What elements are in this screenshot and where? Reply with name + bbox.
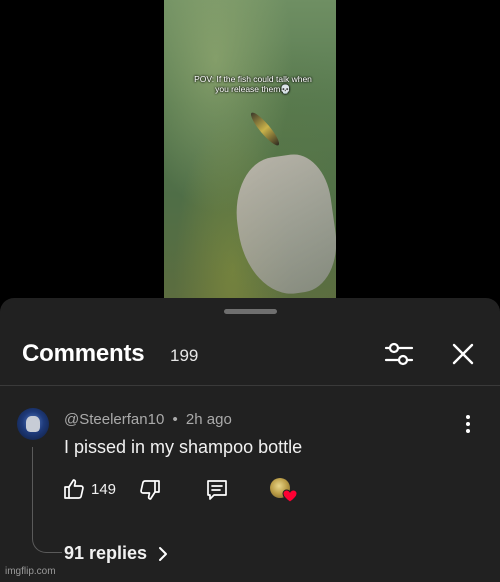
creator-heart <box>270 478 298 504</box>
meta-separator: • <box>172 411 178 428</box>
comment-time: 2h ago <box>185 411 232 428</box>
video-fish <box>247 109 283 149</box>
comment-author[interactable]: @Steelerfan10 <box>64 411 164 428</box>
video-player-area[interactable]: POV: If the fish could talk when you rel… <box>0 0 500 300</box>
like-count: 149 <box>91 481 117 498</box>
video-hand <box>228 149 336 300</box>
comments-title: Comments <box>22 340 145 367</box>
drag-handle[interactable] <box>224 309 277 314</box>
comments-count: 199 <box>170 346 199 365</box>
video-caption: POV: If the fish could talk when you rel… <box>194 74 312 94</box>
header-divider <box>0 385 500 386</box>
close-icon <box>452 343 474 365</box>
comments-sheet: Comments 199 @Steelerfan10 • 2h ago I pi… <box>0 298 500 582</box>
thread-connector <box>32 447 62 553</box>
filter-button[interactable] <box>382 338 416 370</box>
like-button[interactable] <box>62 477 86 501</box>
watermark: imgflip.com <box>5 566 56 577</box>
reply-icon <box>207 480 227 500</box>
comment-meta: @Steelerfan10 • 2h ago <box>64 411 232 428</box>
avatar[interactable] <box>17 408 49 440</box>
comment-text: I pissed in my shampoo bottle <box>64 437 303 457</box>
more-actions-button[interactable] <box>458 412 478 436</box>
video-frame[interactable]: POV: If the fish could talk when you rel… <box>164 0 336 300</box>
replies-chevron[interactable] <box>156 545 170 563</box>
more-vertical-icon <box>466 415 470 433</box>
sliders-icon <box>384 342 414 366</box>
reply-button[interactable] <box>204 477 230 503</box>
thumbs-up-icon <box>64 479 84 499</box>
heart-icon <box>282 489 298 503</box>
close-button[interactable] <box>447 338 479 370</box>
thumbs-down-icon <box>140 480 160 500</box>
chevron-right-icon <box>159 547 167 561</box>
dislike-button[interactable] <box>138 478 162 502</box>
view-replies-button[interactable]: 91 replies <box>64 543 147 564</box>
